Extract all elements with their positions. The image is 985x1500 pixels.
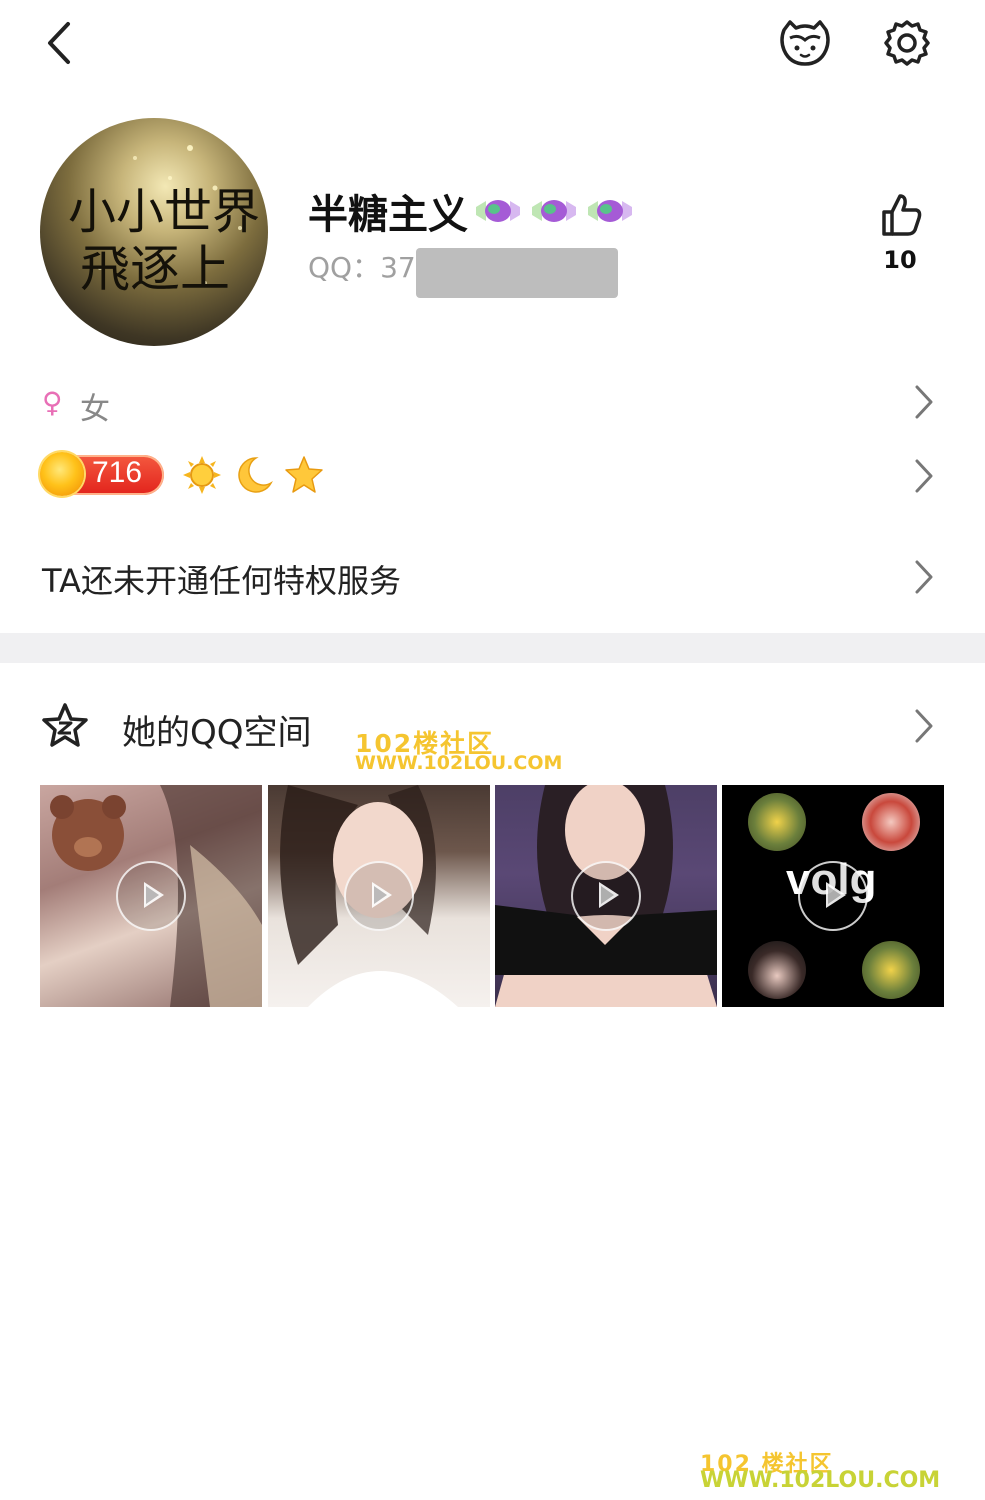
video-thumbnail[interactable] [268,785,490,1007]
moon-icon [238,457,273,493]
pet-button[interactable] [776,16,834,70]
nickname-text: 半糖主义 [308,192,468,238]
watermark-url: WWW.102LOU.COM [355,752,563,774]
play-icon [798,861,868,931]
thumbs-up-icon [882,194,922,236]
qzone-title: 她的QQ空间 [122,713,312,753]
female-icon: ♀ [42,386,63,419]
candy-icon [476,200,520,222]
avatar[interactable]: 小小世界 飛逐上 [40,118,268,346]
like-button[interactable] [874,190,926,240]
settings-icon [884,20,930,66]
level-value: 716 [92,456,143,489]
star-icon [285,456,323,493]
settings-button[interactable] [880,18,934,68]
thumbnail-image [748,793,806,851]
play-icon [116,861,186,931]
avatar-text-1: 小小世界 [68,184,260,240]
chevron-right-icon [915,459,933,493]
level-coin-icon [40,452,84,496]
thumbnail-image [862,793,920,851]
back-icon [48,22,70,64]
video-thumbnail[interactable]: volg [722,785,944,1007]
avatar-lights: 小小世界 飛逐上 [68,145,260,298]
candy-icon [588,200,632,222]
sun-icon [183,456,221,494]
chevron-right-icon [915,709,933,743]
qq-number-redaction [416,248,618,298]
back-button[interactable] [38,18,84,68]
qq-number: QQ：37 [308,251,416,284]
gender-label: 女 [80,392,110,427]
thumbnail-image [748,941,806,999]
candy-icon [532,200,576,222]
video-thumbnail[interactable] [40,785,262,1007]
chevron-right-icon [915,385,933,419]
section-divider [0,633,985,663]
pet-icon [780,20,830,66]
qzone-star-icon [42,703,88,747]
chevron-right-icon [915,560,933,594]
video-thumbnail[interactable] [495,785,717,1007]
gender-row[interactable] [0,372,985,432]
nickname: 半糖主义 [308,182,636,240]
thumbnail-image [862,941,920,999]
privilege-text: TA还未开通任何特权服务 [42,562,401,600]
watermark-footer-url: WWW.102LOU.COM [700,1468,941,1493]
play-icon [344,861,414,931]
play-icon [571,861,641,931]
like-count: 10 [883,246,917,274]
avatar-text-2: 飛逐上 [80,240,230,298]
